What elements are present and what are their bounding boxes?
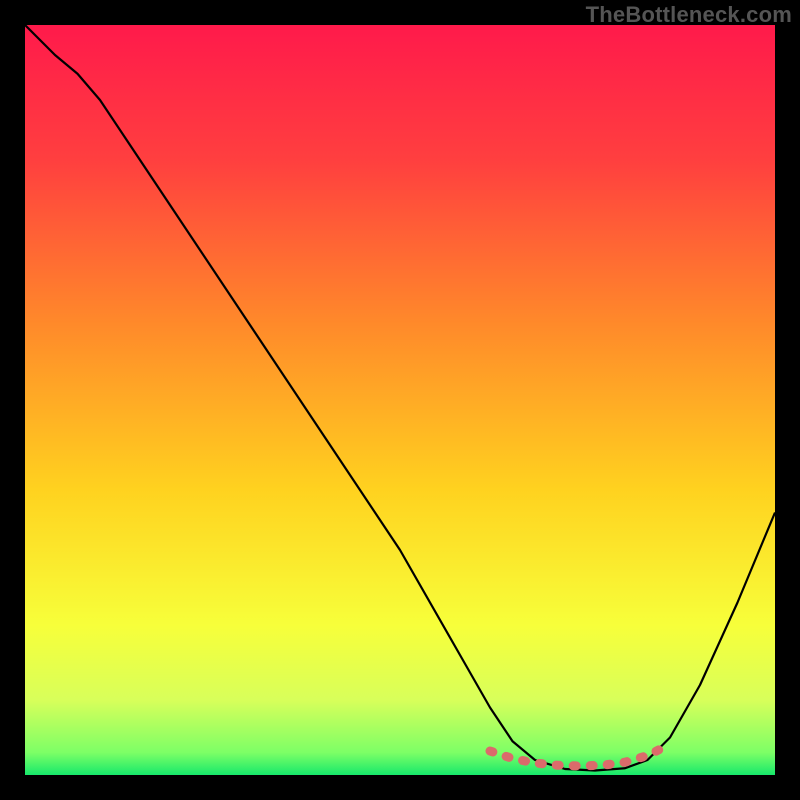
- bottleneck-chart: [25, 25, 775, 775]
- gradient-background: [25, 25, 775, 775]
- chart-frame: TheBottleneck.com: [0, 0, 800, 800]
